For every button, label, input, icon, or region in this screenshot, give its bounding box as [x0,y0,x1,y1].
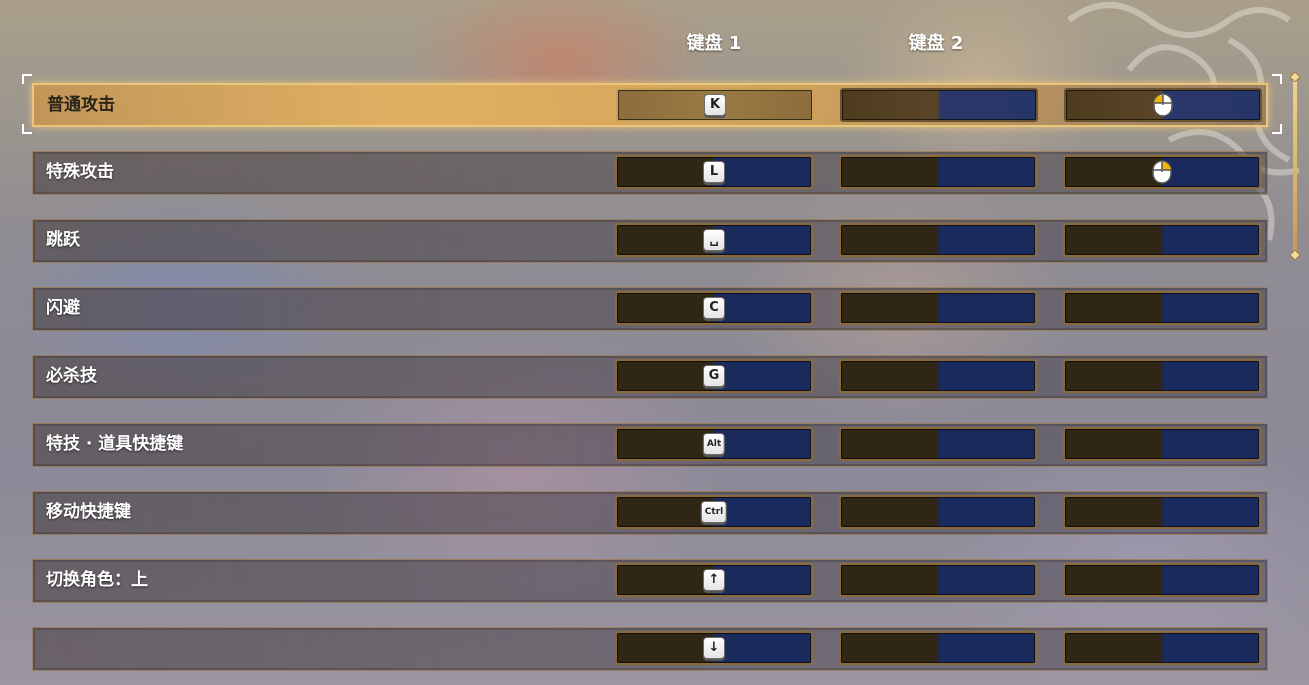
scrollbar-bottom-cap-icon [1290,250,1300,260]
key-cap: L [703,161,725,183]
action-label: 切换角色：上 [46,570,148,590]
selection-corner-tl [22,74,32,84]
action-label: 闪避 [46,298,80,318]
keyboard-1-header: 键盘 1 [686,33,742,54]
binding-slot-1[interactable]: Ctrl [615,495,813,529]
keybinding-row[interactable]: 必杀技 G [32,355,1268,399]
binding-slot-1[interactable]: ↑ [615,563,813,597]
binding-slot-3[interactable] [1063,427,1261,461]
binding-slot-1[interactable]: Alt [615,427,813,461]
binding-slot-2[interactable] [840,88,1038,122]
binding-slot-2[interactable] [839,359,1037,393]
binding-slot-2[interactable] [839,223,1037,257]
binding-slot-3[interactable] [1063,223,1261,257]
selection-corner-tr [1272,74,1282,84]
key-cap: ↓ [703,637,725,659]
binding-slot-2[interactable] [839,427,1037,461]
key-cap: Alt [702,433,726,455]
mouse-left-button-icon [1153,93,1173,117]
binding-slot-3[interactable] [1064,88,1262,122]
binding-slot-3[interactable] [1063,155,1261,189]
binding-slot-1[interactable]: K [616,88,814,122]
binding-slot-2[interactable] [839,631,1037,665]
keybinding-row[interactable]: 特殊攻击 L [32,151,1268,195]
key-cap: ␣ [703,229,725,251]
scrollbar[interactable] [1290,72,1300,260]
key-cap: Ctrl [700,501,728,523]
selection-corner-bl [22,124,32,134]
keybinding-row[interactable]: 特技 · 道具快捷键 Alt [32,423,1268,467]
binding-slot-3[interactable] [1063,495,1261,529]
binding-slot-1[interactable]: ↓ [615,631,813,665]
action-label: 特殊攻击 [46,162,114,182]
action-label: 跳跃 [46,230,80,250]
keybinding-row[interactable]: 移动快捷键 Ctrl [32,491,1268,535]
keybinding-row[interactable]: 普通攻击 K [32,83,1268,127]
action-label: 特技 · 道具快捷键 [46,434,184,454]
binding-slot-1[interactable]: ␣ [615,223,813,257]
action-label: 普通攻击 [47,95,115,115]
selection-corner-br [1272,124,1282,134]
key-cap: C [703,297,725,319]
binding-slot-2[interactable] [839,291,1037,325]
binding-slot-1[interactable]: L [615,155,813,189]
binding-slot-2[interactable] [839,563,1037,597]
keybinding-row[interactable]: 切换角色：上 ↑ [32,559,1268,603]
binding-slot-1[interactable]: C [615,291,813,325]
binding-slot-3[interactable] [1063,291,1261,325]
key-cap: ↑ [703,569,725,591]
mouse-right-button-icon [1152,160,1172,184]
action-label: 必杀技 [46,366,97,386]
keybinding-row[interactable]: 闪避 C [32,287,1268,331]
binding-slot-2[interactable] [839,495,1037,529]
keyboard-2-header: 键盘 2 [908,33,964,54]
keybinding-row[interactable]: 跳跃 ␣ [32,219,1268,263]
binding-slot-1[interactable]: G [615,359,813,393]
action-label: 移动快捷键 [46,502,131,522]
binding-slot-3[interactable] [1063,563,1261,597]
key-cap: G [703,365,725,387]
key-cap: K [704,94,726,116]
scrollbar-top-cap-icon [1290,72,1300,82]
scrollbar-thumb[interactable] [1293,76,1297,256]
binding-slot-3[interactable] [1063,631,1261,665]
column-header: 键盘 1 键盘 2 [0,29,1309,57]
binding-slot-3[interactable] [1063,359,1261,393]
binding-slot-2[interactable] [839,155,1037,189]
keybinding-row[interactable]: ↓ [32,627,1268,671]
